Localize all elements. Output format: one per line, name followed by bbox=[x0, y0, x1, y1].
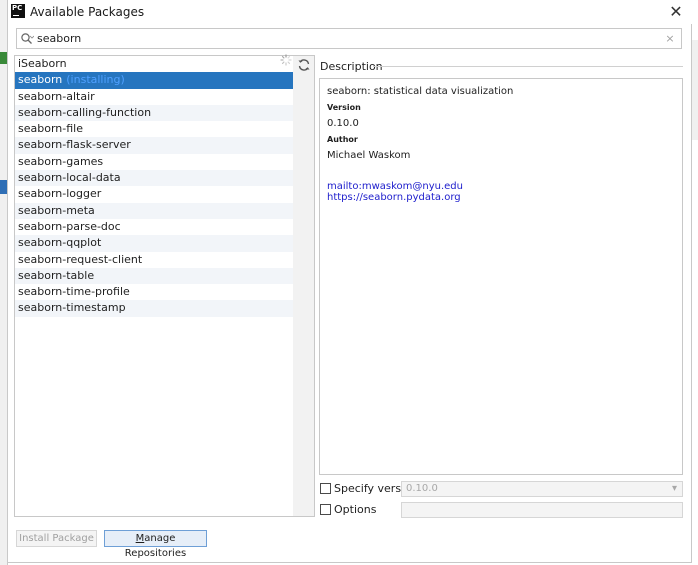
loading-spinner-icon bbox=[280, 54, 292, 66]
background-ide-block bbox=[0, 52, 7, 64]
options-input[interactable] bbox=[401, 502, 683, 518]
title-bar: PC Available Packages ✕ bbox=[8, 0, 692, 24]
version-select[interactable]: 0.10.0 ▾ bbox=[401, 481, 683, 497]
search-icon bbox=[21, 33, 34, 44]
package-name: seaborn bbox=[18, 73, 63, 87]
search-box: × bbox=[16, 28, 682, 49]
package-name: seaborn-calling-function bbox=[18, 105, 152, 119]
package-list-item[interactable]: seaborn-local-data bbox=[15, 170, 293, 187]
manage-mnemonic: M bbox=[135, 533, 145, 544]
author-email-link[interactable]: mailto:mwaskom@nyu.edu bbox=[327, 181, 675, 192]
close-icon[interactable]: ✕ bbox=[666, 2, 686, 22]
chevron-down-icon: ▾ bbox=[671, 483, 677, 494]
description-header: Description bbox=[319, 60, 685, 74]
package-name: seaborn-file bbox=[18, 122, 83, 136]
version-heading: Version bbox=[327, 103, 361, 112]
available-packages-dialog: PC Available Packages ✕ × iSeaborn seabor… bbox=[8, 0, 692, 563]
package-name: seaborn-local-data bbox=[18, 171, 121, 185]
options-row: Options bbox=[320, 502, 684, 518]
package-list-item[interactable]: seaborn-logger bbox=[15, 186, 293, 202]
refresh-icon[interactable] bbox=[297, 58, 311, 72]
package-list-item[interactable]: iSeaborn bbox=[15, 56, 293, 72]
author-heading: Author bbox=[327, 135, 358, 144]
package-name: seaborn-table bbox=[18, 268, 95, 282]
package-name: seaborn-altair bbox=[18, 89, 95, 103]
divider bbox=[373, 66, 683, 67]
package-list-item[interactable]: seaborn-file bbox=[15, 121, 293, 137]
specify-version-checkbox[interactable] bbox=[320, 483, 331, 494]
package-name: seaborn-qqplot bbox=[18, 236, 102, 250]
package-list-item[interactable]: seaborn-parse-doc bbox=[15, 219, 293, 235]
package-list-item[interactable]: seaborn-time-profile bbox=[15, 284, 293, 300]
clear-search-icon[interactable]: × bbox=[663, 31, 677, 46]
description-panel: seaborn: statistical data visualization … bbox=[319, 78, 683, 475]
package-list-item[interactable]: seaborn-table bbox=[15, 267, 293, 285]
package-list-item[interactable]: seaborn-calling-function bbox=[15, 104, 293, 122]
app-icon: PC bbox=[11, 4, 25, 18]
package-list-item[interactable]: seaborn-games bbox=[15, 154, 293, 170]
package-list-item[interactable]: seaborn-request-client bbox=[15, 252, 293, 268]
package-name: seaborn-games bbox=[18, 154, 104, 168]
package-status: (installing) bbox=[66, 73, 125, 87]
package-list-item[interactable]: seaborn-altair bbox=[15, 89, 293, 105]
manage-label: anage Repositories bbox=[124, 533, 187, 559]
dialog-title: Available Packages bbox=[30, 5, 145, 19]
package-name: seaborn-time-profile bbox=[18, 285, 130, 299]
search-input[interactable] bbox=[37, 30, 657, 47]
options-label: Options bbox=[334, 503, 377, 516]
options-checkbox[interactable] bbox=[320, 504, 331, 515]
package-name: seaborn-meta bbox=[18, 203, 95, 217]
package-name: seaborn-flask-server bbox=[18, 138, 131, 152]
package-name: seaborn-timestamp bbox=[18, 301, 126, 315]
version-value: 0.10.0 bbox=[327, 118, 359, 129]
package-list-item[interactable]: seaborn-flask-server bbox=[15, 137, 293, 154]
list-toolbar bbox=[293, 55, 315, 517]
package-list-item[interactable]: seaborn-qqplot bbox=[15, 235, 293, 252]
package-list-item[interactable]: seaborn-timestamp bbox=[15, 300, 293, 317]
package-name: seaborn-parse-doc bbox=[18, 219, 121, 233]
homepage-link[interactable]: https://seaborn.pydata.org bbox=[327, 192, 675, 203]
install-package-button[interactable]: Install Package bbox=[16, 530, 97, 547]
package-name: iSeaborn bbox=[18, 57, 67, 70]
package-summary: seaborn: statistical data visualization bbox=[327, 86, 514, 97]
package-name: seaborn-logger bbox=[18, 187, 102, 201]
package-name: seaborn-request-client bbox=[18, 252, 143, 266]
package-list-item[interactable]: seaborn (installing) bbox=[15, 72, 293, 89]
package-list-item[interactable]: seaborn-meta bbox=[15, 202, 293, 219]
package-list[interactable]: iSeaborn seaborn (installing) seaborn-altai… bbox=[14, 55, 294, 517]
author-value: Michael Waskom bbox=[327, 150, 411, 161]
specify-version-row: Specify version 0.10.0 ▾ bbox=[320, 481, 684, 497]
background-ide-block bbox=[0, 180, 7, 194]
background-ide-sliver bbox=[0, 0, 8, 565]
version-select-value: 0.10.0 bbox=[406, 483, 438, 494]
manage-repositories-button[interactable]: Manage Repositories bbox=[104, 530, 207, 559]
